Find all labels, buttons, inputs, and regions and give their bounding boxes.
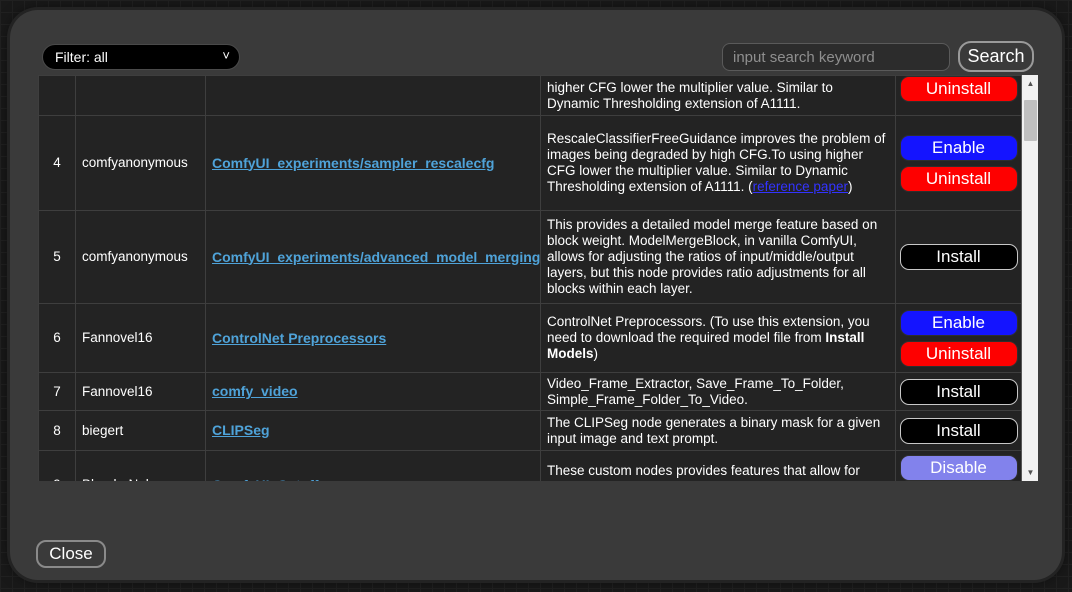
description-text: ): [594, 346, 599, 361]
row-author: [76, 76, 206, 116]
row-actions: Disable: [896, 451, 1022, 482]
description-text: Video_Frame_Extractor, Save_Frame_To_Fol…: [547, 376, 844, 407]
extension-title-link[interactable]: CLIPSeg: [212, 422, 270, 438]
row-description: ControlNet Preprocessors. (To use this e…: [541, 304, 896, 373]
table-row: 9BlenderNeko ComfyUI_Cutoff These custom n…: [39, 451, 1022, 482]
table-row: 5comfyanonymous ComfyUI_experiments/advan…: [39, 211, 1022, 304]
scroll-up-arrow-icon[interactable]: ▲: [1022, 75, 1038, 92]
row-author: biegert: [76, 411, 206, 451]
description-text: higher CFG lower the multiplier value. S…: [547, 80, 833, 111]
row-description: These custom nodes provides features tha…: [541, 451, 896, 482]
row-description: higher CFG lower the multiplier value. S…: [541, 76, 896, 116]
table-row: 7Fannovel16 comfy_video Video_Frame_Extrac…: [39, 373, 1022, 411]
extension-title-link[interactable]: comfy_video: [212, 383, 298, 399]
row-description: Video_Frame_Extractor, Save_Frame_To_Fol…: [541, 373, 896, 411]
enable-button[interactable]: Enable: [900, 310, 1018, 336]
row-number: 8: [39, 411, 76, 451]
extensions-table: higher CFG lower the multiplier value. S…: [38, 75, 1022, 481]
row-actions: Install: [896, 211, 1022, 304]
uninstall-button[interactable]: Uninstall: [900, 341, 1018, 367]
row-title-cell: ComfyUI_experiments/sampler_rescalecfg: [206, 116, 541, 211]
table-row: 6Fannovel16 ControlNet Preprocessors Contr…: [39, 304, 1022, 373]
description-text: The CLIPSeg node generates a binary mask…: [547, 415, 880, 446]
row-author: Fannovel16: [76, 304, 206, 373]
table-row: 8biegert CLIPSeg The CLIPSeg node generate…: [39, 411, 1022, 451]
row-number: 5: [39, 211, 76, 304]
description-text: This provides a detailed model merge fea…: [547, 217, 877, 296]
filter-dropdown-wrap: Filter: all ˅: [42, 44, 240, 70]
extension-title-link[interactable]: ComfyUI_Cutoff: [212, 477, 319, 481]
row-title-cell: [206, 76, 541, 116]
uninstall-button[interactable]: Uninstall: [900, 166, 1018, 192]
row-number: 7: [39, 373, 76, 411]
row-title-cell: ControlNet Preprocessors: [206, 304, 541, 373]
scroll-down-arrow-icon[interactable]: ▼: [1022, 464, 1038, 481]
install-button[interactable]: Install: [900, 418, 1018, 444]
disable-button[interactable]: Disable: [900, 455, 1018, 481]
description-text: ControlNet Preprocessors. (To use this e…: [547, 314, 870, 345]
description-text: These custom nodes provides features tha…: [547, 463, 860, 478]
search-button[interactable]: Search: [958, 41, 1034, 72]
row-number: 4: [39, 116, 76, 211]
row-description: This provides a detailed model merge fea…: [541, 211, 896, 304]
row-number: 9: [39, 451, 76, 482]
enable-button[interactable]: Enable: [900, 135, 1018, 161]
description-text: ): [848, 179, 853, 194]
row-description: RescaleClassifierFreeGuidance improves t…: [541, 116, 896, 211]
row-author: comfyanonymous: [76, 116, 206, 211]
custom-nodes-manager-dialog: Filter: all ˅ Search higher CFG lower th…: [10, 10, 1062, 580]
extensions-table-body: higher CFG lower the multiplier value. S…: [39, 76, 1022, 482]
uninstall-button[interactable]: Uninstall: [900, 76, 1018, 102]
row-title-cell: comfy_video: [206, 373, 541, 411]
scrollbar-thumb[interactable]: [1024, 100, 1037, 141]
row-number: 6: [39, 304, 76, 373]
row-title-cell: ComfyUI_experiments/advanced_model_mergi…: [206, 211, 541, 304]
close-button[interactable]: Close: [36, 540, 106, 568]
row-title-cell: ComfyUI_Cutoff: [206, 451, 541, 482]
table-row: higher CFG lower the multiplier value. S…: [39, 76, 1022, 116]
row-author: Fannovel16: [76, 373, 206, 411]
row-actions: Install: [896, 411, 1022, 451]
install-button[interactable]: Install: [900, 244, 1018, 270]
row-number: [39, 76, 76, 116]
row-author: comfyanonymous: [76, 211, 206, 304]
row-actions: Install: [896, 373, 1022, 411]
filter-select[interactable]: Filter: all: [42, 44, 240, 70]
extension-title-link[interactable]: ControlNet Preprocessors: [212, 330, 386, 346]
row-actions: Enable Uninstall: [896, 116, 1022, 211]
table-row: 4comfyanonymous ComfyUI_experiments/sampl…: [39, 116, 1022, 211]
extension-title-link[interactable]: ComfyUI_experiments/sampler_rescalecfg: [212, 155, 494, 171]
reference-paper-link[interactable]: reference paper: [753, 179, 848, 194]
install-button[interactable]: Install: [900, 379, 1018, 405]
row-title-cell: CLIPSeg: [206, 411, 541, 451]
search-input[interactable]: [722, 43, 950, 71]
row-actions: Enable Uninstall: [896, 304, 1022, 373]
vertical-scrollbar[interactable]: ▲ ▼: [1021, 75, 1038, 481]
extension-title-link[interactable]: ComfyUI_experiments/advanced_model_mergi…: [212, 249, 540, 265]
row-actions: Uninstall: [896, 76, 1022, 116]
row-author: BlenderNeko: [76, 451, 206, 482]
extensions-table-viewport: higher CFG lower the multiplier value. S…: [38, 75, 1038, 481]
row-description: The CLIPSeg node generates a binary mask…: [541, 411, 896, 451]
